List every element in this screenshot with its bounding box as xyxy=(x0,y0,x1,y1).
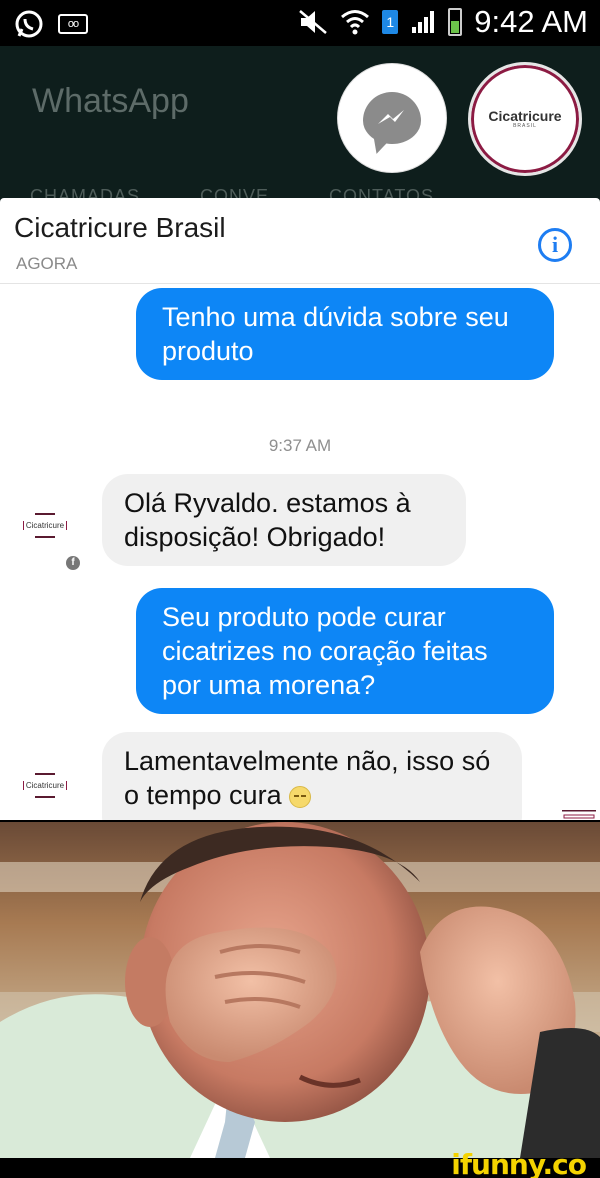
sim-indicator: 1 xyxy=(382,10,399,34)
last-active: AGORA xyxy=(16,254,78,273)
cicatricure-logo: Cicatricure BRASIL xyxy=(488,109,561,129)
chat-header: Cicatricure Brasil AGORA i xyxy=(0,198,600,284)
avatar[interactable]: Cicatricure xyxy=(18,498,72,552)
info-icon[interactable]: i xyxy=(538,228,572,262)
avatar-label: Cicatricure xyxy=(22,520,68,530)
messenger-chat-head[interactable] xyxy=(338,64,446,172)
contact-name[interactable]: Cicatricure Brasil xyxy=(14,212,226,244)
message-outgoing[interactable]: Tenho uma dúvida sobre seu produto xyxy=(136,288,554,380)
logo-text: Cicatricure xyxy=(488,108,562,124)
signal-icon xyxy=(412,11,435,33)
crying-man-photo xyxy=(0,822,600,1158)
status-right: 1 9:42 AM xyxy=(298,4,588,40)
avatar-label: Cicatricure xyxy=(22,780,68,790)
background-app-title: WhatsApp xyxy=(32,82,189,120)
chat-window: Cicatricure Brasil AGORA i Tenho uma dúv… xyxy=(0,198,600,820)
mute-icon xyxy=(299,10,328,34)
screen: oo 1 9:42 AM WhatsApp CHAMADAS CONVE CON… xyxy=(0,0,600,1178)
watermark: ifunny.co xyxy=(451,1148,587,1178)
whatsapp-notification-icon xyxy=(15,10,43,38)
voicemail-label: oo xyxy=(67,18,79,30)
wifi-icon xyxy=(341,10,370,35)
message-timestamp: 9:37 AM xyxy=(268,436,332,455)
sad-face-emoji-icon xyxy=(289,785,312,808)
battery-icon xyxy=(448,8,463,36)
status-bar: oo 1 9:42 AM xyxy=(0,0,600,46)
voicemail-icon: oo xyxy=(58,14,88,34)
messenger-icon xyxy=(363,92,421,144)
read-receipt-avatar xyxy=(562,810,596,820)
avatar[interactable]: Cicatricure xyxy=(18,758,72,812)
cicatricure-chat-head[interactable]: Cicatricure BRASIL xyxy=(468,62,582,176)
clock: 9:42 AM xyxy=(474,4,588,39)
message-incoming[interactable]: Olá Ryvaldo. estamos à disposição! Obrig… xyxy=(102,474,466,566)
message-incoming[interactable]: Lamentavelmente não, isso só o tempo cur… xyxy=(102,732,522,820)
status-left: oo xyxy=(14,9,88,39)
message-outgoing[interactable]: Seu produto pode curar cicatrizes no cor… xyxy=(136,588,554,714)
facebook-badge-icon: f xyxy=(66,556,80,570)
